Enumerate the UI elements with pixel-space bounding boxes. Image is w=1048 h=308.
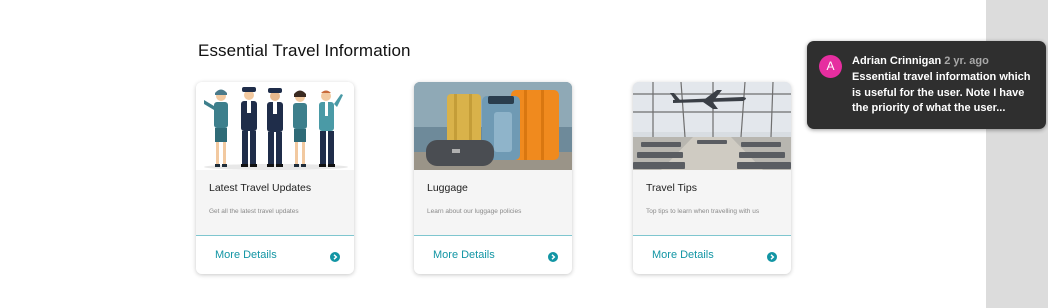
card-title: Luggage: [427, 182, 468, 194]
card-luggage: Luggage Learn about our luggage policies…: [414, 82, 572, 274]
card-title: Latest Travel Updates: [209, 182, 312, 194]
card-footer: More Details: [196, 236, 354, 274]
more-details-link[interactable]: More Details: [433, 249, 495, 261]
comment-author: Adrian Crinnigan: [852, 55, 942, 67]
chevron-right-icon[interactable]: [548, 252, 558, 262]
card-title: Travel Tips: [646, 182, 697, 194]
comment-header: Adrian Crinnigan 2 yr. ago: [852, 55, 989, 67]
more-details-link[interactable]: More Details: [215, 249, 277, 261]
avatar: A: [819, 55, 842, 78]
card-description: Learn about our luggage policies: [427, 208, 522, 215]
card-image-airport: [633, 82, 791, 170]
card-image-luggage: [414, 82, 572, 170]
card-image-crew: [196, 82, 354, 170]
comment-timestamp: 2 yr. ago: [944, 55, 989, 67]
card-description: Get all the latest travel updates: [209, 208, 299, 215]
card-travel-tips: Travel Tips Top tips to learn when trave…: [633, 82, 791, 274]
section-title: Essential Travel Information: [198, 41, 411, 60]
chevron-right-icon[interactable]: [767, 252, 777, 262]
card-latest-travel-updates: Latest Travel Updates Get all the latest…: [196, 82, 354, 274]
comment-popup[interactable]: A Adrian Crinnigan 2 yr. ago Essential tr…: [807, 41, 1046, 129]
comment-text: Essential travel information which is us…: [852, 71, 1031, 114]
more-details-link[interactable]: More Details: [652, 249, 714, 261]
card-footer: More Details: [414, 236, 572, 274]
chevron-right-icon[interactable]: [330, 252, 340, 262]
card-footer: More Details: [633, 236, 791, 274]
card-description: Top tips to learn when travelling with u…: [646, 208, 760, 215]
